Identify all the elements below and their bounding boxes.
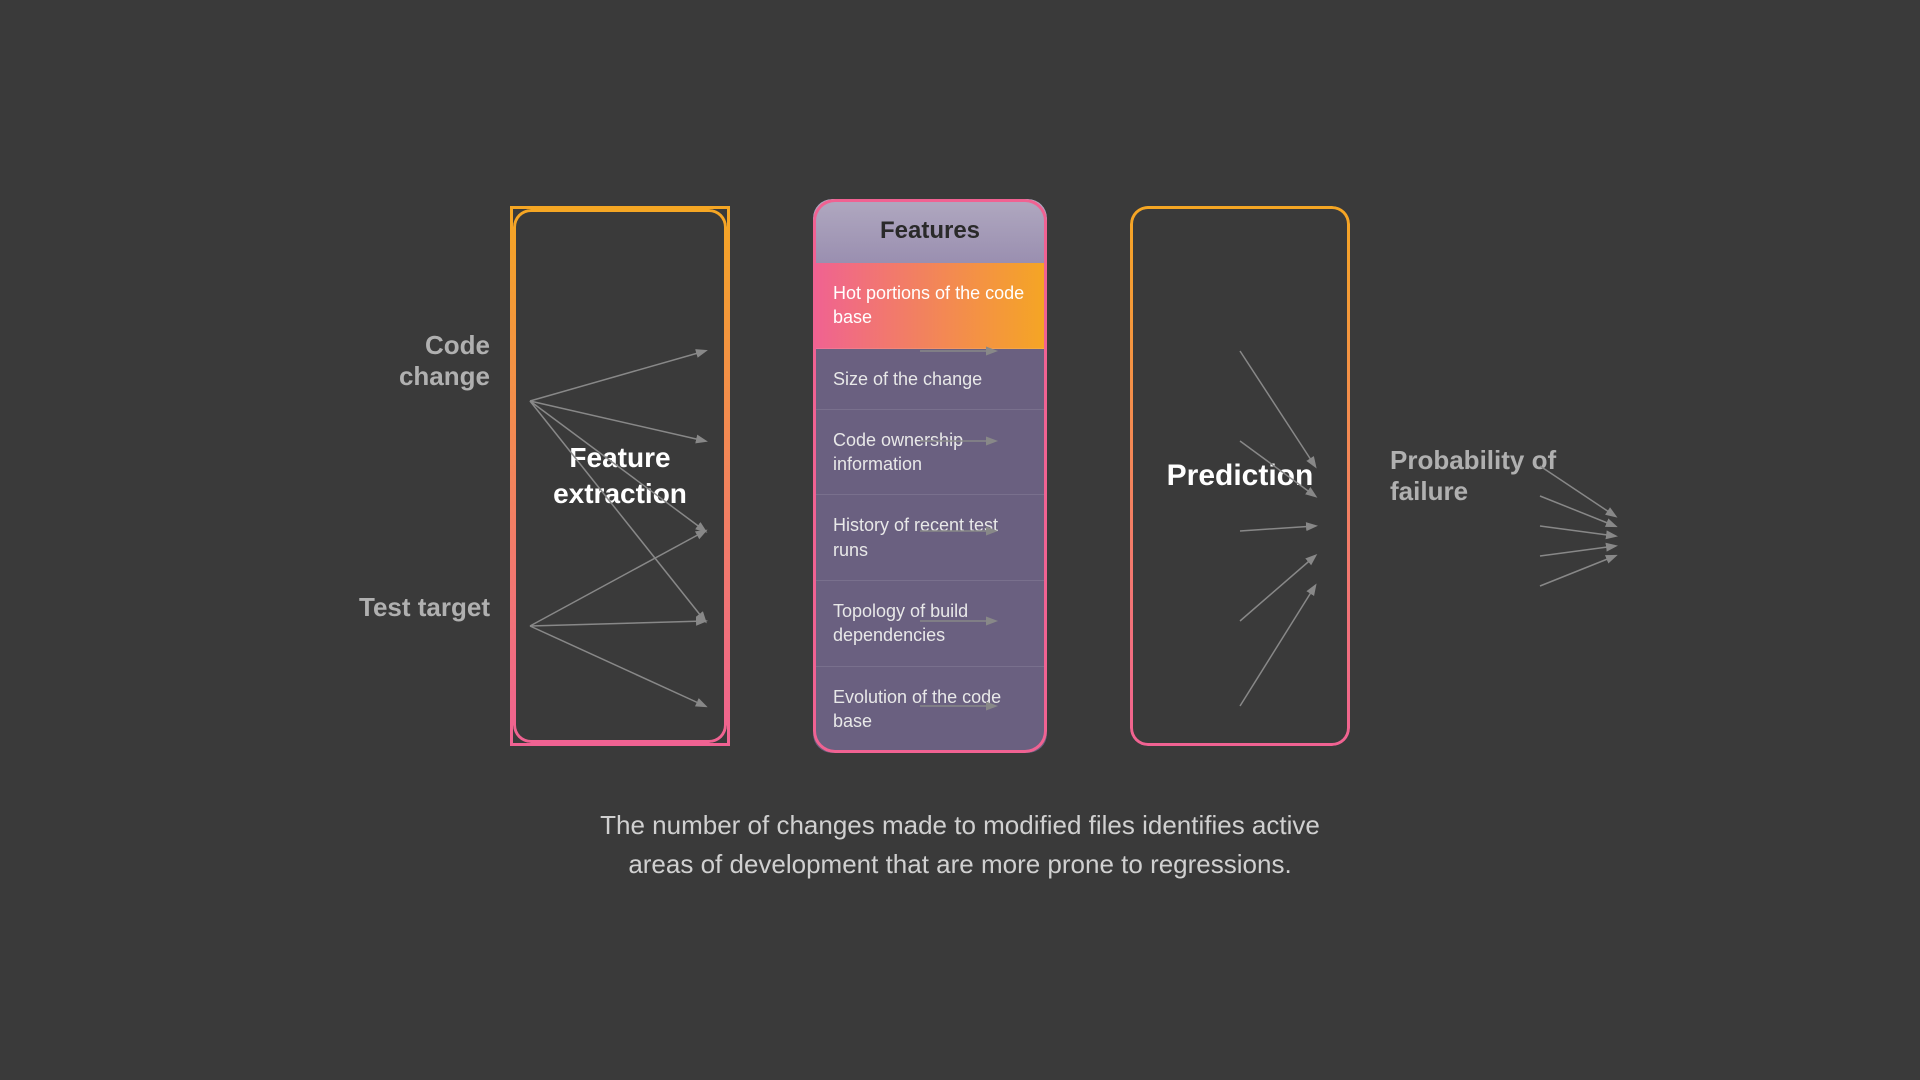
feature-item-topology: Topology of build dependencies (813, 581, 1047, 667)
right-output: Probability of failure (1390, 445, 1590, 507)
features-list: Hot portions of the code base Size of th… (813, 263, 1047, 753)
features-header: Features (813, 199, 1047, 263)
prediction-box: Prediction (1130, 206, 1350, 746)
prediction-title: Prediction (1167, 459, 1314, 493)
main-content: Code change Test target Featureextractio… (0, 196, 1920, 884)
test-target-label: Test target (330, 592, 490, 623)
feature-item-ownership: Code ownership information (813, 410, 1047, 496)
diagram-wrapper: Code change Test target Featureextractio… (330, 196, 1590, 756)
code-change-label: Code change (330, 330, 490, 392)
features-box: Features Hot portions of the code base S… (810, 196, 1050, 756)
feature-item-size: Size of the change (813, 349, 1047, 410)
left-labels: Code change Test target (330, 330, 490, 623)
layout-row: Code change Test target Featureextractio… (330, 196, 1590, 756)
feature-item-history: History of recent test runs (813, 495, 1047, 581)
probability-label: Probability of failure (1390, 445, 1590, 507)
feature-extraction-box: Featureextraction (510, 206, 730, 746)
feature-extraction-title: Featureextraction (553, 440, 687, 513)
feature-item-hot: Hot portions of the code base (813, 263, 1047, 349)
feature-item-evolution: Evolution of the code base (813, 667, 1047, 752)
caption: The number of changes made to modified f… (570, 806, 1350, 884)
features-header-title: Features (880, 217, 980, 244)
